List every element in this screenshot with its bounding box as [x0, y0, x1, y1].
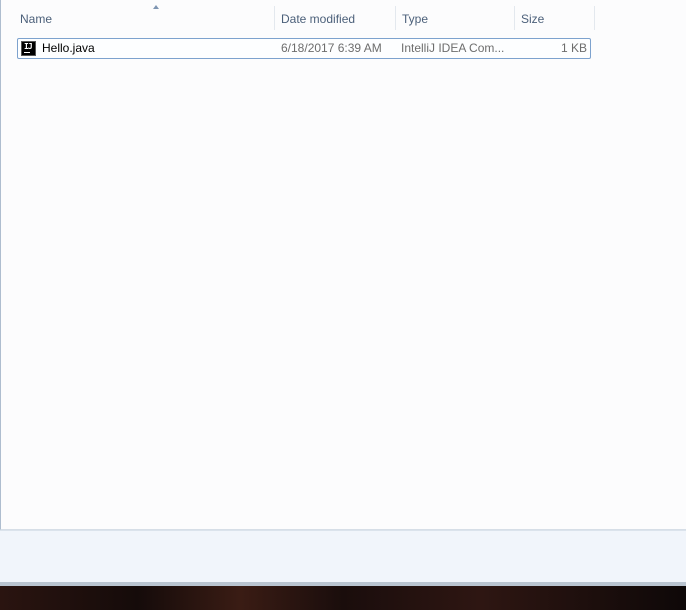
column-header-size[interactable]: Size	[515, 6, 595, 30]
sort-ascending-icon	[153, 5, 159, 9]
file-row[interactable]: IJ Hello.java 6/18/2017 6:39 AM IntelliJ…	[17, 38, 591, 59]
column-header-type-label: Type	[402, 12, 429, 26]
file-size: 1 KB	[560, 41, 587, 55]
column-header-type[interactable]: Type	[396, 6, 515, 30]
column-header-name[interactable]: Name	[14, 5, 275, 30]
column-header-row: Name Date modified Type Size	[1, 5, 595, 30]
file-list-pane[interactable]: Name Date modified Type Size IJ Hello.ja…	[0, 0, 686, 530]
column-header-date-modified-label: Date modified	[281, 12, 356, 26]
explorer-window: Name Date modified Type Size IJ Hello.ja…	[0, 0, 686, 586]
column-header-size-label: Size	[521, 12, 545, 26]
desktop-background	[0, 586, 686, 610]
intellij-file-icon: IJ	[21, 41, 36, 56]
details-pane	[0, 530, 686, 586]
file-name: Hello.java	[42, 41, 95, 55]
column-header-date-modified[interactable]: Date modified	[275, 6, 396, 30]
file-type: IntelliJ IDEA Com...	[401, 41, 505, 55]
file-date-modified: 6/18/2017 6:39 AM	[281, 41, 382, 55]
column-header-name-label: Name	[20, 12, 53, 26]
